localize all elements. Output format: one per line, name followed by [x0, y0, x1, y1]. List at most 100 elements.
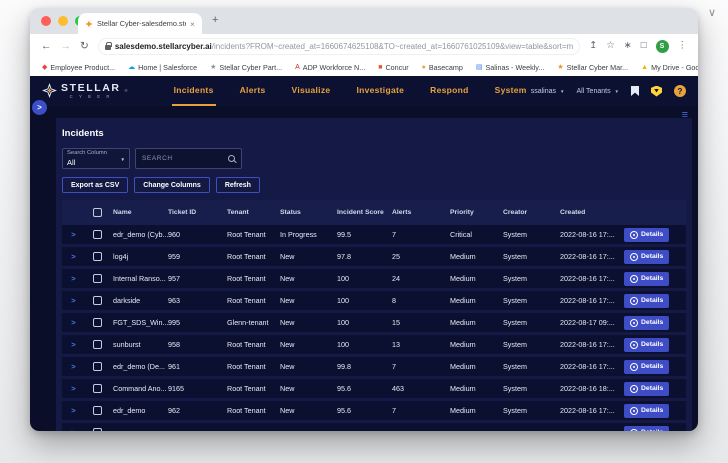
stellar-cyber-app: STELLAR C Y B E R ® Incidents Alerts Vis… — [30, 76, 698, 431]
chevron-down-icon: ▼ — [121, 157, 125, 162]
details-button[interactable]: Details — [624, 404, 669, 418]
cell-alerts: 13 — [392, 340, 450, 349]
nav-item[interactable]: Alerts — [238, 76, 268, 106]
help-icon[interactable]: ? — [674, 85, 686, 97]
nav-item[interactable]: Incidents — [172, 76, 216, 106]
details-button[interactable]: Details — [624, 294, 669, 308]
cell-alerts: 7 — [392, 362, 450, 371]
user-menu[interactable]: ssalinas ▼ — [531, 88, 565, 95]
tenant-menu[interactable]: All Tenants ▼ — [576, 88, 619, 95]
saved-views-bookmark-icon[interactable] — [631, 86, 639, 96]
row-checkbox[interactable] — [93, 362, 102, 371]
row-checkbox[interactable] — [93, 384, 102, 393]
share-icon[interactable]: ↥ — [589, 41, 597, 51]
table-options-icon[interactable]: ≡ — [682, 109, 688, 121]
row-checkbox[interactable] — [93, 428, 102, 431]
search-field[interactable] — [135, 148, 242, 169]
profile-avatar[interactable]: S — [656, 40, 669, 53]
row-expand-icon[interactable]: > — [71, 274, 75, 283]
row-expand-icon[interactable]: > — [71, 406, 75, 415]
close-window-button[interactable] — [41, 16, 51, 26]
bookmark-star-icon[interactable]: ☆ — [606, 41, 615, 51]
row-expand-icon[interactable]: > — [71, 340, 75, 349]
column-header: Name — [113, 209, 168, 216]
details-button[interactable]: Details — [624, 360, 669, 374]
details-button[interactable]: Details — [624, 316, 669, 330]
cell-created: 2022-08-16 17:... — [560, 274, 618, 283]
row-expand-icon[interactable]: > — [71, 296, 75, 305]
eye-icon — [630, 319, 638, 327]
cell-name: sunburst — [113, 340, 168, 349]
select-all-checkbox[interactable] — [93, 208, 102, 217]
details-button[interactable]: Details — [624, 228, 669, 242]
row-expand-icon[interactable]: > — [71, 318, 75, 327]
stellar-cyber-logo[interactable]: STELLAR C Y B E R ® — [42, 83, 128, 99]
nav-item[interactable]: Visualize — [290, 76, 333, 106]
nav-item[interactable]: System — [493, 76, 529, 106]
row-checkbox[interactable] — [93, 252, 102, 261]
row-checkbox[interactable] — [93, 340, 102, 349]
refresh-button[interactable]: Refresh — [216, 177, 260, 193]
bookmark-item[interactable]: A ADP Workforce N... — [295, 63, 365, 72]
cell-ticket-id: 960 — [168, 230, 227, 239]
brand-subtitle: C Y B E R — [70, 95, 112, 99]
bookmark-item[interactable]: ▤ Salinas - Weekly... — [476, 63, 544, 72]
address-bar[interactable]: salesdemo.stellarcyber.ai/incidents?FROM… — [98, 38, 580, 55]
row-checkbox[interactable] — [93, 230, 102, 239]
row-checkbox[interactable] — [93, 274, 102, 283]
row-checkbox[interactable] — [93, 318, 102, 327]
bookmark-label: Stellar Cyber Mar... — [567, 63, 629, 72]
row-expand-icon[interactable]: > — [71, 384, 75, 393]
tab-panel-icon[interactable]: □ — [641, 41, 647, 51]
back-button[interactable]: ← — [41, 41, 52, 52]
browser-menu-icon[interactable]: ⋮ — [678, 41, 688, 51]
browser-tab[interactable]: Stellar Cyber-salesdemo.stell × — [78, 13, 202, 34]
app-header: STELLAR C Y B E R ® Incidents Alerts Vis… — [30, 76, 698, 106]
bookmark-item[interactable]: ★ Stellar Cyber Part... — [210, 63, 282, 72]
row-expand-icon[interactable]: > — [71, 428, 75, 431]
cell-name: FGT_SDS_Win... — [113, 318, 168, 327]
forward-button[interactable]: → — [61, 41, 72, 52]
license-shield-icon[interactable] — [651, 86, 662, 97]
bookmark-item[interactable]: ■ Concur — [378, 63, 408, 72]
cell-ticket-id: 957 — [168, 274, 227, 283]
bookmark-item[interactable]: ☁ Home | Salesforce — [128, 63, 197, 72]
stellar-star-icon — [42, 83, 57, 98]
details-button[interactable]: Details — [624, 250, 669, 264]
row-checkbox[interactable] — [93, 406, 102, 415]
details-button[interactable]: Details — [624, 272, 669, 286]
bookmark-item[interactable]: ▲ My Drive - Google... — [641, 63, 698, 72]
bookmark-label: Stellar Cyber Part... — [219, 63, 282, 72]
cell-priority: Medium — [450, 296, 503, 305]
row-expand-icon[interactable]: > — [71, 252, 75, 261]
bookmark-item[interactable]: ● Basecamp — [422, 63, 463, 72]
search-input[interactable] — [142, 155, 228, 162]
extensions-icon[interactable]: ∗ — [624, 41, 632, 51]
details-button[interactable]: Details — [624, 426, 669, 432]
cell-status: New — [280, 340, 337, 349]
export-csv-button[interactable]: Export as CSV — [62, 177, 128, 193]
cell-tenant: Root Tenant — [227, 384, 280, 393]
search-column-select[interactable]: Search Column All ▼ — [62, 148, 130, 169]
new-tab-button[interactable]: + — [212, 15, 218, 26]
cell-creator: System — [503, 230, 560, 239]
tab-close-icon[interactable]: × — [190, 19, 195, 29]
nav-item[interactable]: Investigate — [354, 76, 406, 106]
cell-status: New — [280, 318, 337, 327]
column-header: Status — [280, 209, 337, 216]
reload-button[interactable]: ↻ — [80, 41, 89, 52]
sidebar-expand-button[interactable]: > — [32, 100, 47, 115]
nav-item[interactable]: Respond — [428, 76, 470, 106]
change-columns-button[interactable]: Change Columns — [134, 177, 210, 193]
minimize-window-button[interactable] — [58, 16, 68, 26]
row-expand-icon[interactable]: > — [71, 362, 75, 371]
url-domain: salesdemo.stellarcyber.ai — [115, 42, 212, 51]
row-checkbox[interactable] — [93, 296, 102, 305]
details-button[interactable]: Details — [624, 338, 669, 352]
cell-incident-score: 100 — [337, 340, 392, 349]
details-button[interactable]: Details — [624, 382, 669, 396]
cell-tenant: Root Tenant — [227, 362, 280, 371]
bookmark-item[interactable]: ◆ Employee Product... — [42, 63, 115, 72]
bookmark-item[interactable]: ★ Stellar Cyber Mar... — [557, 63, 628, 72]
row-expand-icon[interactable]: > — [71, 230, 75, 239]
